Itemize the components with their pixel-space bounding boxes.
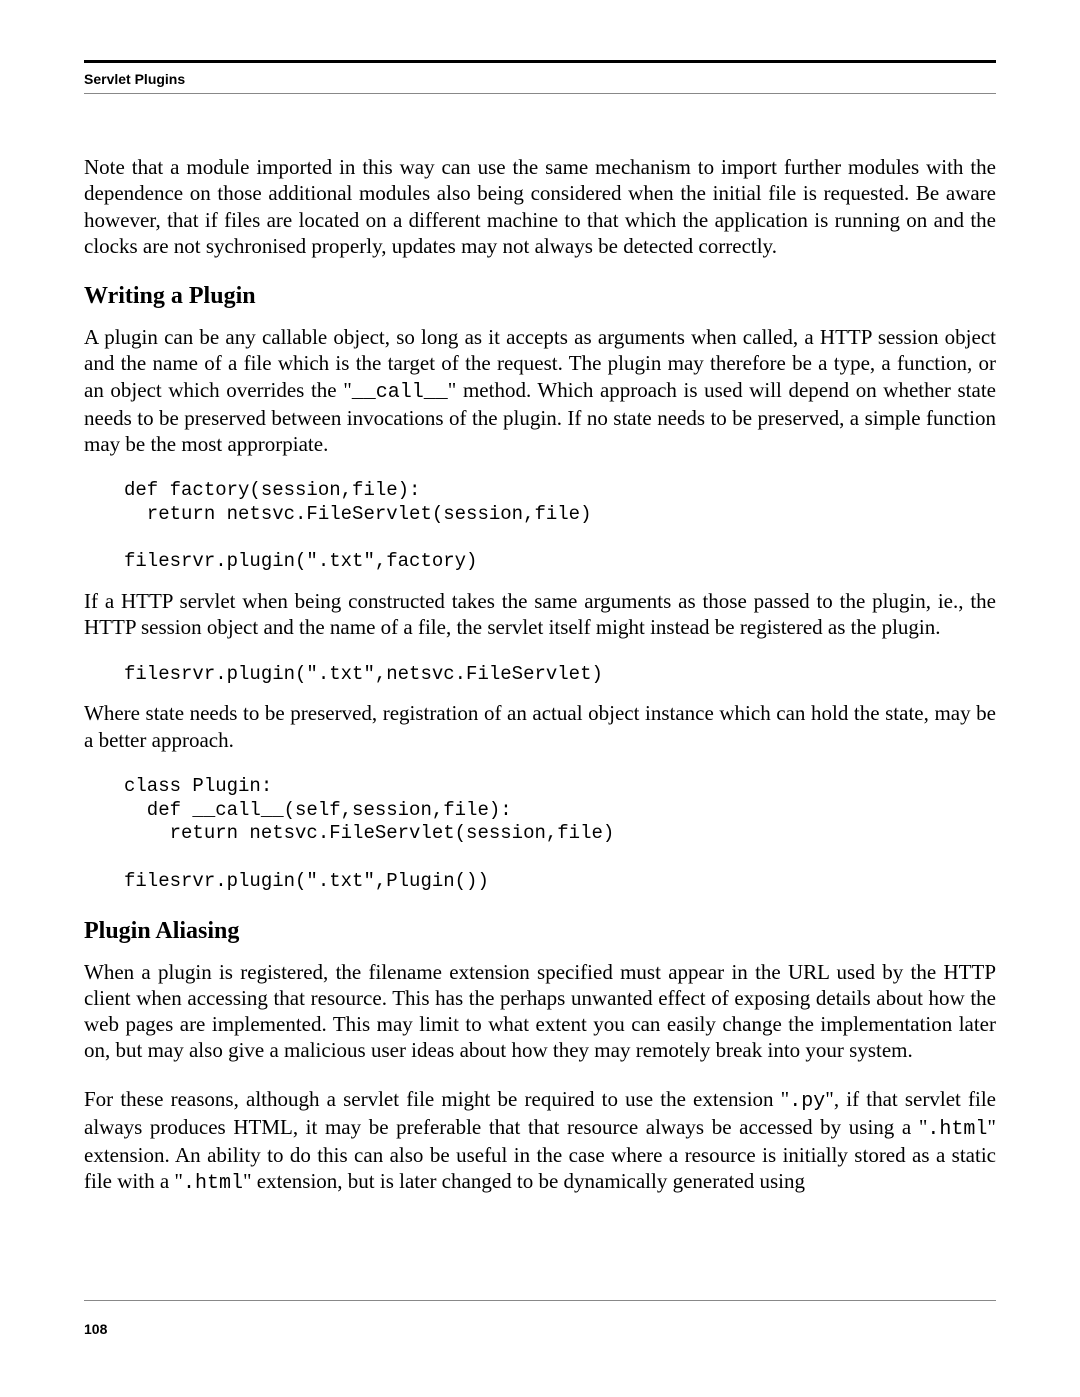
text-fragment: " extension, but is later changed to be … xyxy=(243,1169,805,1193)
top-rule xyxy=(84,60,996,63)
writing-paragraph-3: Where state needs to be preserved, regis… xyxy=(84,700,996,753)
intro-paragraph: Note that a module imported in this way … xyxy=(84,154,996,259)
writing-paragraph-2: If a HTTP servlet when being constructed… xyxy=(84,588,996,641)
heading-plugin-aliasing: Plugin Aliasing xyxy=(84,918,996,945)
running-header: Servlet Plugins xyxy=(84,71,996,87)
code-block-fileservlet: filesrvr.plugin(".txt",netsvc.FileServle… xyxy=(124,663,996,687)
inline-code-html-1: .html xyxy=(927,1118,987,1141)
writing-paragraph-1: A plugin can be any callable object, so … xyxy=(84,324,996,457)
document-page: Servlet Plugins Note that a module impor… xyxy=(0,0,1080,1397)
page-number: 108 xyxy=(84,1321,996,1337)
aliasing-paragraph-2: For these reasons, although a servlet fi… xyxy=(84,1086,996,1196)
text-fragment: For these reasons, although a servlet fi… xyxy=(84,1087,789,1111)
code-block-plugin-class: class Plugin: def __call__(self,session,… xyxy=(124,775,996,894)
header-underline xyxy=(84,93,996,94)
inline-code-html-2: .html xyxy=(183,1172,243,1195)
inline-code-py: .py xyxy=(789,1090,825,1113)
heading-writing-a-plugin: Writing a Plugin xyxy=(84,283,996,310)
aliasing-paragraph-1: When a plugin is registered, the filenam… xyxy=(84,959,996,1064)
footer: 108 xyxy=(84,1300,996,1337)
code-block-factory: def factory(session,file): return netsvc… xyxy=(124,479,996,574)
footer-rule xyxy=(84,1300,996,1301)
inline-code-call: __call__ xyxy=(352,381,448,404)
